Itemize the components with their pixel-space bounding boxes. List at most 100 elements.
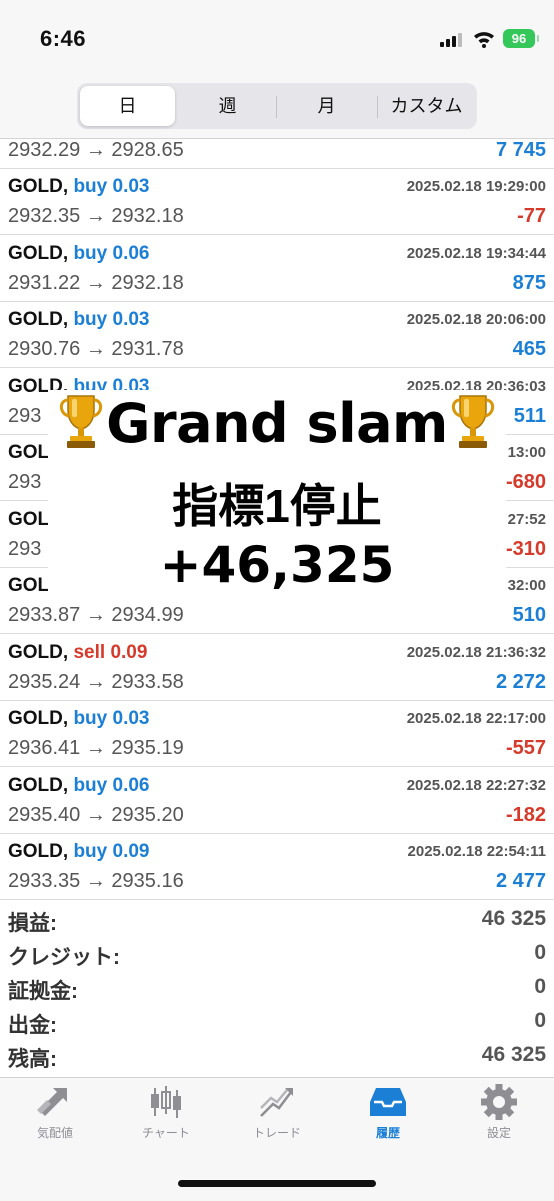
deal-side: buy	[73, 708, 108, 729]
segment-divider	[377, 96, 378, 118]
deal-row[interactable]: GOLD, buy 0.03 2025.02.18 20:06:00 2930.…	[0, 301, 554, 368]
deal-prices: 293	[8, 471, 42, 493]
deal-prices: 293	[8, 538, 42, 560]
tab-label: トレード	[252, 1126, 301, 1140]
deal-row[interactable]: GOLD, sell 0.09 2025.02.18 21:36:32 2935…	[0, 634, 554, 701]
deal-symbol: GOLI	[8, 509, 55, 530]
tab-chart[interactable]: チャート	[111, 1084, 221, 1154]
summary-label: クレジット:	[8, 946, 120, 969]
deal-symbol: GOLI	[8, 575, 55, 596]
tab-day[interactable]: 日	[80, 86, 175, 126]
deal-profit: 7 745	[495, 139, 546, 161]
deal-datetime: 2025.02.18 19:34:44	[406, 245, 546, 262]
summary-value: 46 325	[481, 907, 546, 930]
summary-row-balance: 残高: 46 325	[0, 1041, 554, 1074]
deal-profit: 465	[512, 338, 546, 360]
deal-side: buy	[73, 243, 108, 264]
summary-label: 出金:	[8, 1014, 57, 1037]
segment-divider	[276, 96, 277, 118]
deal-datetime: 2025.02.18 22:54:11	[407, 843, 546, 860]
deal-symbol: GOLD,	[8, 708, 69, 729]
deal-profit: 510	[512, 604, 546, 626]
deal-profit: 875	[512, 272, 546, 294]
deal-volume: 0.09	[110, 642, 148, 663]
deal-datetime: 13:00	[507, 444, 546, 461]
deal-side: buy	[73, 775, 108, 796]
deal-volume: 0.03	[112, 176, 150, 197]
deal-datetime: 2025.02.18 22:27:32	[406, 777, 546, 794]
tab-week[interactable]: 週	[180, 86, 275, 126]
history-list[interactable]: 2932.29 → 2928.65 7 745 GOLD, buy 0.03 2…	[0, 139, 554, 904]
period-selector-area: 日 週 月 カスタム	[0, 78, 554, 139]
summary-label: 損益:	[8, 912, 57, 935]
deal-side: buy	[73, 376, 108, 397]
history-icon	[370, 1088, 406, 1116]
deal-profit: -557	[505, 737, 546, 759]
deal-row[interactable]: GOLD, buy 0.03 2025.02.18 22:17:00 2936.…	[0, 700, 554, 767]
summary-row-credit: クレジット: 0	[0, 939, 554, 972]
deal-symbol: GOLD,	[8, 376, 69, 397]
deal-row[interactable]: GOLD, buy 0.03 2025.02.18 20:36:03 293 5…	[0, 368, 554, 435]
summary-value: 0	[534, 941, 546, 964]
tab-custom[interactable]: カスタム	[379, 86, 474, 126]
tab-history[interactable]: 履歴	[333, 1084, 443, 1154]
deal-datetime: 32:00	[507, 577, 546, 594]
deal-row[interactable]: GOLD, buy 0.06 2025.02.18 19:34:44 2931.…	[0, 235, 554, 302]
deal-row[interactable]: 2932.29 → 2928.65 7 745	[0, 139, 554, 169]
deal-volume: 0.06	[112, 775, 150, 796]
tab-trade[interactable]: トレード	[222, 1084, 332, 1154]
deal-row[interactable]: GOLI 13:00 293 -680	[0, 434, 554, 501]
summary-label: 証拠金:	[8, 980, 78, 1003]
deal-row[interactable]: GOLD, buy 0.09 2025.02.18 22:54:11 2933.…	[0, 833, 554, 900]
quotes-icon	[37, 1088, 67, 1116]
home-indicator[interactable]	[178, 1180, 376, 1187]
summary-row-profit: 損益: 46 325	[0, 905, 554, 938]
deal-symbol: GOLD,	[8, 642, 69, 663]
chart-icon	[151, 1086, 181, 1118]
tab-month[interactable]: 月	[279, 86, 374, 126]
tab-label: 履歴	[375, 1126, 400, 1140]
deal-symbol: GOLI	[8, 442, 55, 463]
deal-prices: 2933.35 → 2935.16	[8, 870, 184, 892]
deal-prices: 293	[8, 405, 42, 427]
deal-datetime: 2025.02.18 19:29:00	[406, 178, 546, 195]
deal-symbol: GOLD,	[8, 841, 69, 862]
tab-label: 設定	[486, 1126, 511, 1140]
deal-profit: -182	[505, 804, 546, 826]
summary-value: 46 325	[481, 1043, 546, 1066]
summary-label: 残高:	[8, 1048, 57, 1071]
trade-icon	[260, 1088, 293, 1117]
deal-prices: 2936.41 → 2935.19	[8, 737, 184, 759]
deal-profit: -680	[505, 471, 546, 493]
deal-row[interactable]: GOLD, buy 0.03 2025.02.18 19:29:00 2932.…	[0, 168, 554, 235]
deal-row[interactable]: GOLI 27:52 293 -310	[0, 501, 554, 568]
deal-row[interactable]: GOLI 32:00 2933.87 → 2934.99 510	[0, 567, 554, 634]
tab-label: チャート	[142, 1126, 190, 1140]
deal-side: buy	[73, 841, 108, 862]
deal-volume: 0.03	[112, 708, 150, 729]
deal-row[interactable]: GOLD, buy 0.06 2025.02.18 22:27:32 2935.…	[0, 767, 554, 834]
deal-volume: 0.03	[112, 376, 150, 397]
deal-datetime: 2025.02.18 20:36:03	[406, 378, 546, 395]
deal-profit: -310	[505, 538, 546, 560]
deal-datetime: 2025.02.18 21:36:32	[406, 644, 546, 661]
period-segmented-control: 日 週 月 カスタム	[77, 83, 477, 129]
tab-settings[interactable]: 設定	[444, 1084, 554, 1154]
deal-datetime: 2025.02.18 20:06:00	[406, 311, 546, 328]
status-time: 6:46	[40, 26, 87, 51]
deal-datetime: 2025.02.18 22:17:00	[406, 710, 546, 727]
deal-profit: 2 272	[495, 671, 546, 693]
settings-icon	[481, 1084, 517, 1120]
deal-prices: 2935.24 → 2933.58	[8, 671, 184, 693]
summary-value: 0	[534, 1009, 546, 1032]
deal-profit: 2 477	[495, 870, 546, 892]
deal-volume: 0.03	[112, 309, 150, 330]
deal-datetime: 27:52	[507, 511, 546, 528]
wifi-icon	[474, 32, 494, 48]
summary-value: 0	[534, 975, 546, 998]
deal-symbol: GOLD,	[8, 176, 69, 197]
tab-quotes[interactable]: 気配値	[0, 1084, 110, 1154]
deal-prices: 2933.87 → 2934.99	[8, 604, 184, 626]
deal-prices: 2932.35 → 2932.18	[8, 205, 184, 227]
tab-label: 気配値	[36, 1126, 73, 1140]
